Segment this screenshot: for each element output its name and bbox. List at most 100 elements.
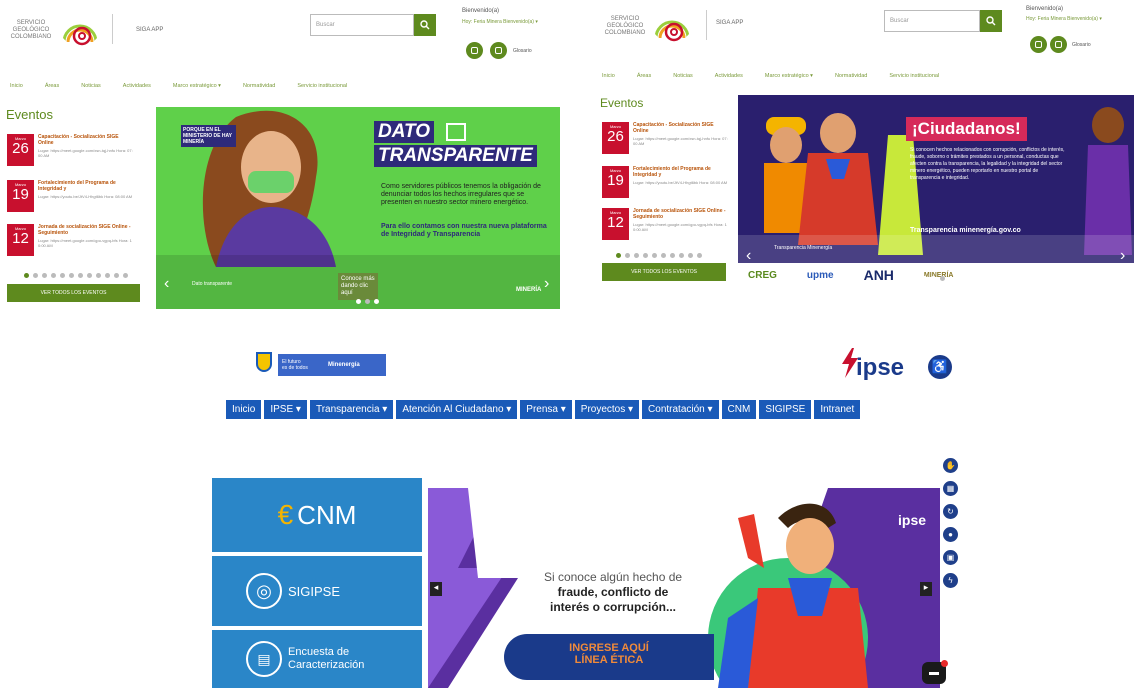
nav-item-inicio[interactable]: Inicio [10,83,23,89]
banner-logos-bar: CREG upme ANH MINERÍA [738,263,1134,287]
grid-icon[interactable]: ▦ [943,481,958,496]
nav-item-actividades[interactable]: Actividades [123,83,151,89]
banner-prev-arrow[interactable]: ◂ [430,582,442,596]
event-body: Lugar: https://youtu.be/JtV4-Hhgt6bk Hor… [38,194,133,199]
sgc-right-panel: SERVICIO GEOLÓGICO COLOMBIANO SIGA APP B… [596,0,1134,312]
banner-prev-arrow[interactable]: ‹ [164,275,169,293]
event-day: 12 [607,214,624,231]
tile-cnm-label: CNM [297,499,357,530]
banner-tag: PORQUE EN EL MINISTERIO DE HAY MINERÍA [181,125,236,147]
nav-item-actividades[interactable]: Actividades [715,73,743,79]
sgc-logo-swirl-icon [652,8,692,42]
nav-item-noticias[interactable]: Noticias [81,83,101,89]
menu-cnm[interactable]: CNM [721,400,757,419]
bolt-icon[interactable]: ϟ [943,573,958,588]
nav-item-marco[interactable]: Marco estratégico ▾ [173,83,221,89]
menu-sigipse[interactable]: SIGIPSE [759,400,812,419]
hero-banner[interactable]: PORQUE EN EL MINISTERIO DE HAY MINERÍA D… [156,107,560,309]
event-item[interactable]: Marzo 19 Fortalecimiento del Programa de … [602,166,742,206]
sgc-logo-text: SERVICIO GEOLÓGICO COLOMBIANO [604,16,646,36]
ipse-hero-banner[interactable]: Si conoce algún hecho de fraude, conflic… [428,488,940,688]
search-input[interactable]: Buscar [310,14,414,36]
accessibility-button[interactable] [1030,36,1047,53]
search-button[interactable] [980,10,1002,32]
event-title: Capacitación - Socialización SIGE Online [633,122,714,134]
event-item[interactable]: Marzo 26 Capacitación - Socialización SIG… [7,134,147,174]
nav-item-normatividad[interactable]: Normatividad [243,83,275,89]
nav-item-servicio[interactable]: Servicio institucional [889,73,939,79]
accessibility-button[interactable] [466,42,483,59]
chat-widget-icon[interactable]: ▬ [922,660,948,684]
nav-item-inicio[interactable]: Inicio [602,73,615,79]
banner-prev-arrow[interactable]: ‹ [746,247,751,265]
menu-ipse[interactable]: IPSE ▾ [264,400,307,419]
menu-transparencia[interactable]: Transparencia ▾ [309,400,394,419]
nav-item-areas[interactable]: Áreas [637,73,651,79]
menu-inicio[interactable]: Inicio [226,400,262,419]
sgc-logo-swirl-icon [60,12,100,46]
banner-pager[interactable] [356,299,379,304]
nav-item-areas[interactable]: Áreas [45,83,59,89]
font-size-button[interactable] [490,42,507,59]
sgc-left-panel: SERVICIO GEOLÓGICO COLOMBIANO SIGA APP B… [0,0,565,312]
menu-intranet[interactable]: Intranet [814,400,861,419]
events-pager[interactable] [24,273,128,278]
text-icon [495,47,502,54]
search-icon [986,16,996,26]
menu-atencion[interactable]: Atención Al Ciudadano ▾ [396,400,518,419]
colombia-shield-icon [256,352,272,372]
banner-woman-illustration [1084,107,1132,255]
menu-contratacion[interactable]: Contratación ▾ [642,400,719,419]
nav-item-marco[interactable]: Marco estratégico ▾ [765,73,813,79]
hero-banner[interactable]: ¡Ciudadanos! Si conocen hechos relaciona… [738,95,1134,287]
all-events-button[interactable]: VER TODOS LOS EVENTOS [602,263,726,281]
banner-next-arrow[interactable]: › [1120,247,1125,265]
banner-ipse-logo: ipse [898,512,927,528]
banner-next-arrow[interactable]: › [544,275,549,293]
nav-item-servicio[interactable]: Servicio institucional [297,83,347,89]
event-title: Fortalecimiento del Programa de Integrid… [633,166,711,178]
ethics-line-button[interactable]: INGRESE AQUÍ LÍNEA ÉTICA [504,634,714,680]
banner-cta[interactable]: Conoce más dando clic aquí [338,273,378,300]
welcome-link[interactable]: Hoy: Feria Minera Bienvenido(a) ▾ [462,19,538,25]
main-nav: Inicio Áreas Noticias Actividades Marco … [602,73,961,79]
welcome-link[interactable]: Hoy: Feria Minera Bienvenido(a) ▾ [1026,16,1102,22]
event-body: Lugar: https://youtu.be/JtV4-Hhgt6bk Hor… [633,180,728,185]
search-input[interactable]: Buscar [884,10,980,32]
tile-encuesta[interactable]: ▤ Encuesta de Caracterización [212,630,422,688]
ipse-logo[interactable]: ipse [840,348,910,388]
nav-item-normatividad[interactable]: Normatividad [835,73,867,79]
all-events-button[interactable]: VER TODOS LOS EVENTOS [7,284,140,302]
calendar-icon[interactable]: ▣ [943,550,958,565]
banner-next-arrow[interactable]: ▸ [920,582,932,596]
banner-line-3: interés o corrupción... [549,600,677,614]
glossary-link[interactable]: Glosario [513,48,532,54]
hand-pointer-icon[interactable]: ✋ [943,458,958,473]
banner-text-bold: Transparencia minenergía.gov.co [910,227,1021,234]
event-item[interactable]: Marzo 12 Jornada de socialización SIGE On… [7,224,147,264]
menu-proyectos[interactable]: Proyectos ▾ [574,400,640,419]
event-item[interactable]: Marzo 19 Fortalecimiento del Programa de … [7,180,147,220]
banner-pager[interactable] [922,276,945,281]
event-item[interactable]: Marzo 12 Jornada de socialización SIGE On… [602,208,742,248]
nav-item-noticias[interactable]: Noticias [673,73,693,79]
banner-title-2: TRANSPARENTE [374,145,537,167]
refresh-icon[interactable]: ↻ [943,504,958,519]
chat-notification-dot [941,660,948,667]
banner-caption: Transparencia Minenergía [774,245,833,251]
chat-bubble-icon[interactable]: ● [943,527,958,542]
upme-logo: upme [806,269,834,281]
tile-sigipse[interactable]: ◎ SIGIPSE [212,556,422,626]
glossary-link[interactable]: Glosario [1072,42,1091,48]
event-day: 12 [12,230,29,247]
search-button[interactable] [414,14,436,36]
events-pager[interactable] [616,253,702,258]
accessibility-icon[interactable]: ♿ [928,355,952,379]
gov-badge[interactable]: El futuro es de todos Minenergía [278,354,386,376]
text-icon [1055,41,1062,48]
font-size-button[interactable] [1050,36,1067,53]
tile-cnm[interactable]: € CNM [212,478,422,552]
menu-prensa[interactable]: Prensa ▾ [520,400,572,419]
event-item[interactable]: Marzo 26 Capacitación - Socialización SIG… [602,122,742,162]
events-title: Eventos [6,107,53,122]
